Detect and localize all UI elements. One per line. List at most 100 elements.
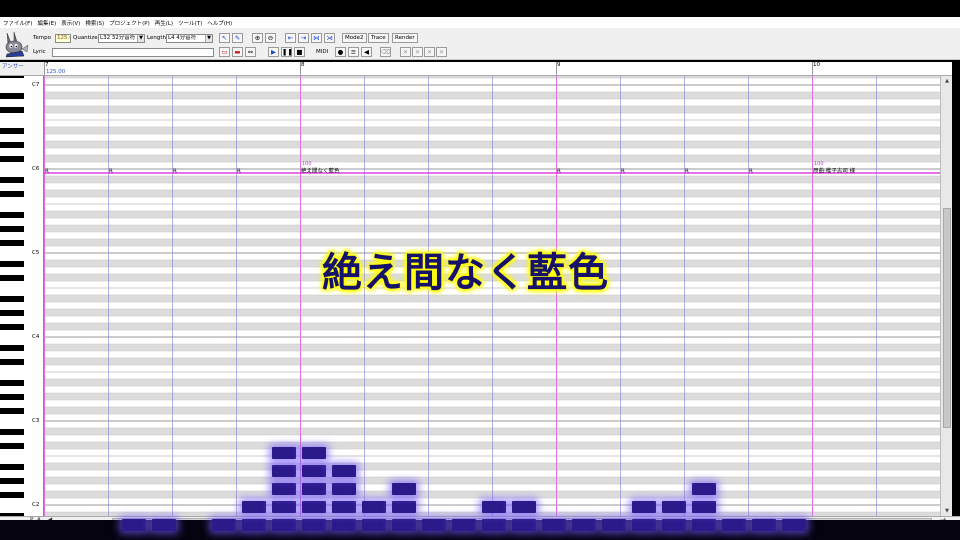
black-key[interactable]	[0, 428, 24, 435]
lyric-input[interactable]	[52, 48, 214, 57]
visualizer-block	[332, 501, 356, 513]
visualizer-block	[452, 519, 476, 531]
black-key[interactable]	[0, 379, 24, 386]
visualizer-block	[422, 519, 446, 531]
note-lyric[interactable]: R	[621, 169, 625, 175]
black-key[interactable]	[0, 393, 24, 400]
split-icon[interactable]: ⋈	[311, 33, 322, 43]
mode2-button[interactable]: Mode2	[342, 33, 367, 43]
note-lyric[interactable]: R	[109, 169, 113, 175]
list-icon[interactable]: ≡	[348, 47, 359, 57]
black-key-row	[44, 127, 940, 134]
black-key[interactable]	[0, 463, 24, 470]
length-select[interactable]: L4 4分音符 ▼	[166, 34, 213, 43]
note-lyric[interactable]: R	[557, 169, 561, 175]
measure-number: 9	[557, 62, 561, 68]
play-icon[interactable]: ▶	[268, 47, 279, 57]
tempo-input[interactable]: 125.0	[55, 34, 71, 43]
measure-number: 7	[45, 62, 49, 68]
goto-end-icon[interactable]: ⇥	[298, 33, 309, 43]
menu-play[interactable]: 再生(L)	[155, 19, 173, 27]
visualizer-block	[332, 519, 356, 531]
speaker-icon[interactable]: ◀	[361, 47, 372, 57]
menu-help[interactable]: ヘルプ(H)	[207, 19, 232, 27]
vertical-scrollbar[interactable]: ▲ ▼	[940, 76, 952, 516]
zoom-out-icon[interactable]: ⊖	[265, 33, 276, 43]
visualizer-block	[602, 519, 626, 531]
merge-icon[interactable]: ⋊	[324, 33, 335, 43]
stop-icon[interactable]: ■	[294, 47, 305, 57]
chevron-down-icon[interactable]: ▼	[137, 35, 144, 42]
note-lyric[interactable]: R	[237, 169, 241, 175]
pointer-tool-button[interactable]: ↖	[219, 33, 230, 43]
visualizer-block	[272, 447, 296, 459]
trace-button[interactable]: Trace	[368, 33, 389, 43]
visualizer-block	[362, 501, 386, 513]
note-lyric[interactable]: R	[173, 169, 177, 175]
menu-project[interactable]: プロジェクト(P)	[109, 19, 150, 27]
visualizer-block	[542, 519, 566, 531]
zoom-in-icon[interactable]: ⊕	[252, 33, 263, 43]
chevron-down-icon[interactable]: ▼	[205, 35, 212, 42]
visualizer-block	[782, 519, 806, 531]
select-all-icon[interactable]: ▭	[219, 47, 230, 57]
menu-tools[interactable]: ツール(T)	[178, 19, 202, 27]
black-key[interactable]	[0, 176, 24, 183]
shrink-icon[interactable]: ⇔	[245, 47, 256, 57]
visualizer-block	[752, 519, 776, 531]
prev-disabled-icon: ⌫	[380, 47, 391, 57]
black-key[interactable]	[0, 274, 24, 281]
visualizer-block	[662, 519, 686, 531]
visualizer-block	[272, 501, 296, 513]
visualizer-block	[302, 519, 326, 531]
vertical-scroll-thumb[interactable]	[943, 208, 951, 428]
pencil-tool-button[interactable]: ✎	[232, 33, 243, 43]
black-key[interactable]	[0, 92, 24, 99]
black-key[interactable]	[0, 211, 24, 218]
black-key[interactable]	[0, 239, 24, 246]
visualizer-block	[302, 465, 326, 477]
note-lyric[interactable]: 絶え間なく藍色	[301, 167, 340, 175]
toolbar: Tempo 125.0 Quantize L32 32分音符 ▼ Length …	[0, 28, 960, 60]
black-key[interactable]	[0, 155, 24, 162]
menu-view[interactable]: 表示(V)	[61, 19, 80, 27]
visualizer-block	[242, 501, 266, 513]
note-lyric[interactable]: R	[45, 169, 49, 175]
black-key-row	[44, 190, 940, 197]
quantize-select[interactable]: L32 32分音符 ▼	[98, 34, 145, 43]
note-lyric[interactable]: 原曲:椎子志司 様	[813, 167, 856, 175]
black-key[interactable]	[0, 442, 24, 449]
note-lyric[interactable]: R	[685, 169, 689, 175]
pause-icon[interactable]: ❚❚	[281, 47, 293, 57]
visualizer-block	[212, 519, 236, 531]
black-key[interactable]	[0, 141, 24, 148]
goto-start-icon[interactable]: ⇤	[285, 33, 296, 43]
black-key[interactable]	[0, 106, 24, 113]
black-key[interactable]	[0, 225, 24, 232]
visualizer-block	[692, 501, 716, 513]
black-key[interactable]	[0, 260, 24, 267]
menu-file[interactable]: ファイル(F)	[3, 19, 32, 27]
black-key-row	[44, 323, 940, 330]
black-key[interactable]	[0, 491, 24, 498]
piano-keyboard[interactable]: C7 C6 C5 C4 C3 C2	[0, 76, 44, 516]
black-key[interactable]	[0, 76, 24, 78]
measure-ruler[interactable]: 125.00 7 8 9 10	[44, 62, 952, 76]
visualizer-block	[302, 447, 326, 459]
black-key[interactable]	[0, 190, 24, 197]
black-key[interactable]	[0, 344, 24, 351]
black-key[interactable]	[0, 127, 24, 134]
black-key[interactable]	[0, 295, 24, 302]
record-icon[interactable]: ●	[335, 47, 346, 57]
black-key[interactable]	[0, 407, 24, 414]
black-key[interactable]	[0, 477, 24, 484]
range-select-icon[interactable]: ▬	[232, 47, 243, 57]
black-key[interactable]	[0, 323, 24, 330]
note-lyric[interactable]: R	[749, 169, 753, 175]
black-key-row	[44, 442, 940, 449]
black-key[interactable]	[0, 309, 24, 316]
menu-edit[interactable]: 編集(E)	[37, 19, 56, 27]
render-button[interactable]: Render	[392, 33, 418, 43]
black-key[interactable]	[0, 358, 24, 365]
menu-search[interactable]: 検索(S)	[85, 19, 104, 27]
